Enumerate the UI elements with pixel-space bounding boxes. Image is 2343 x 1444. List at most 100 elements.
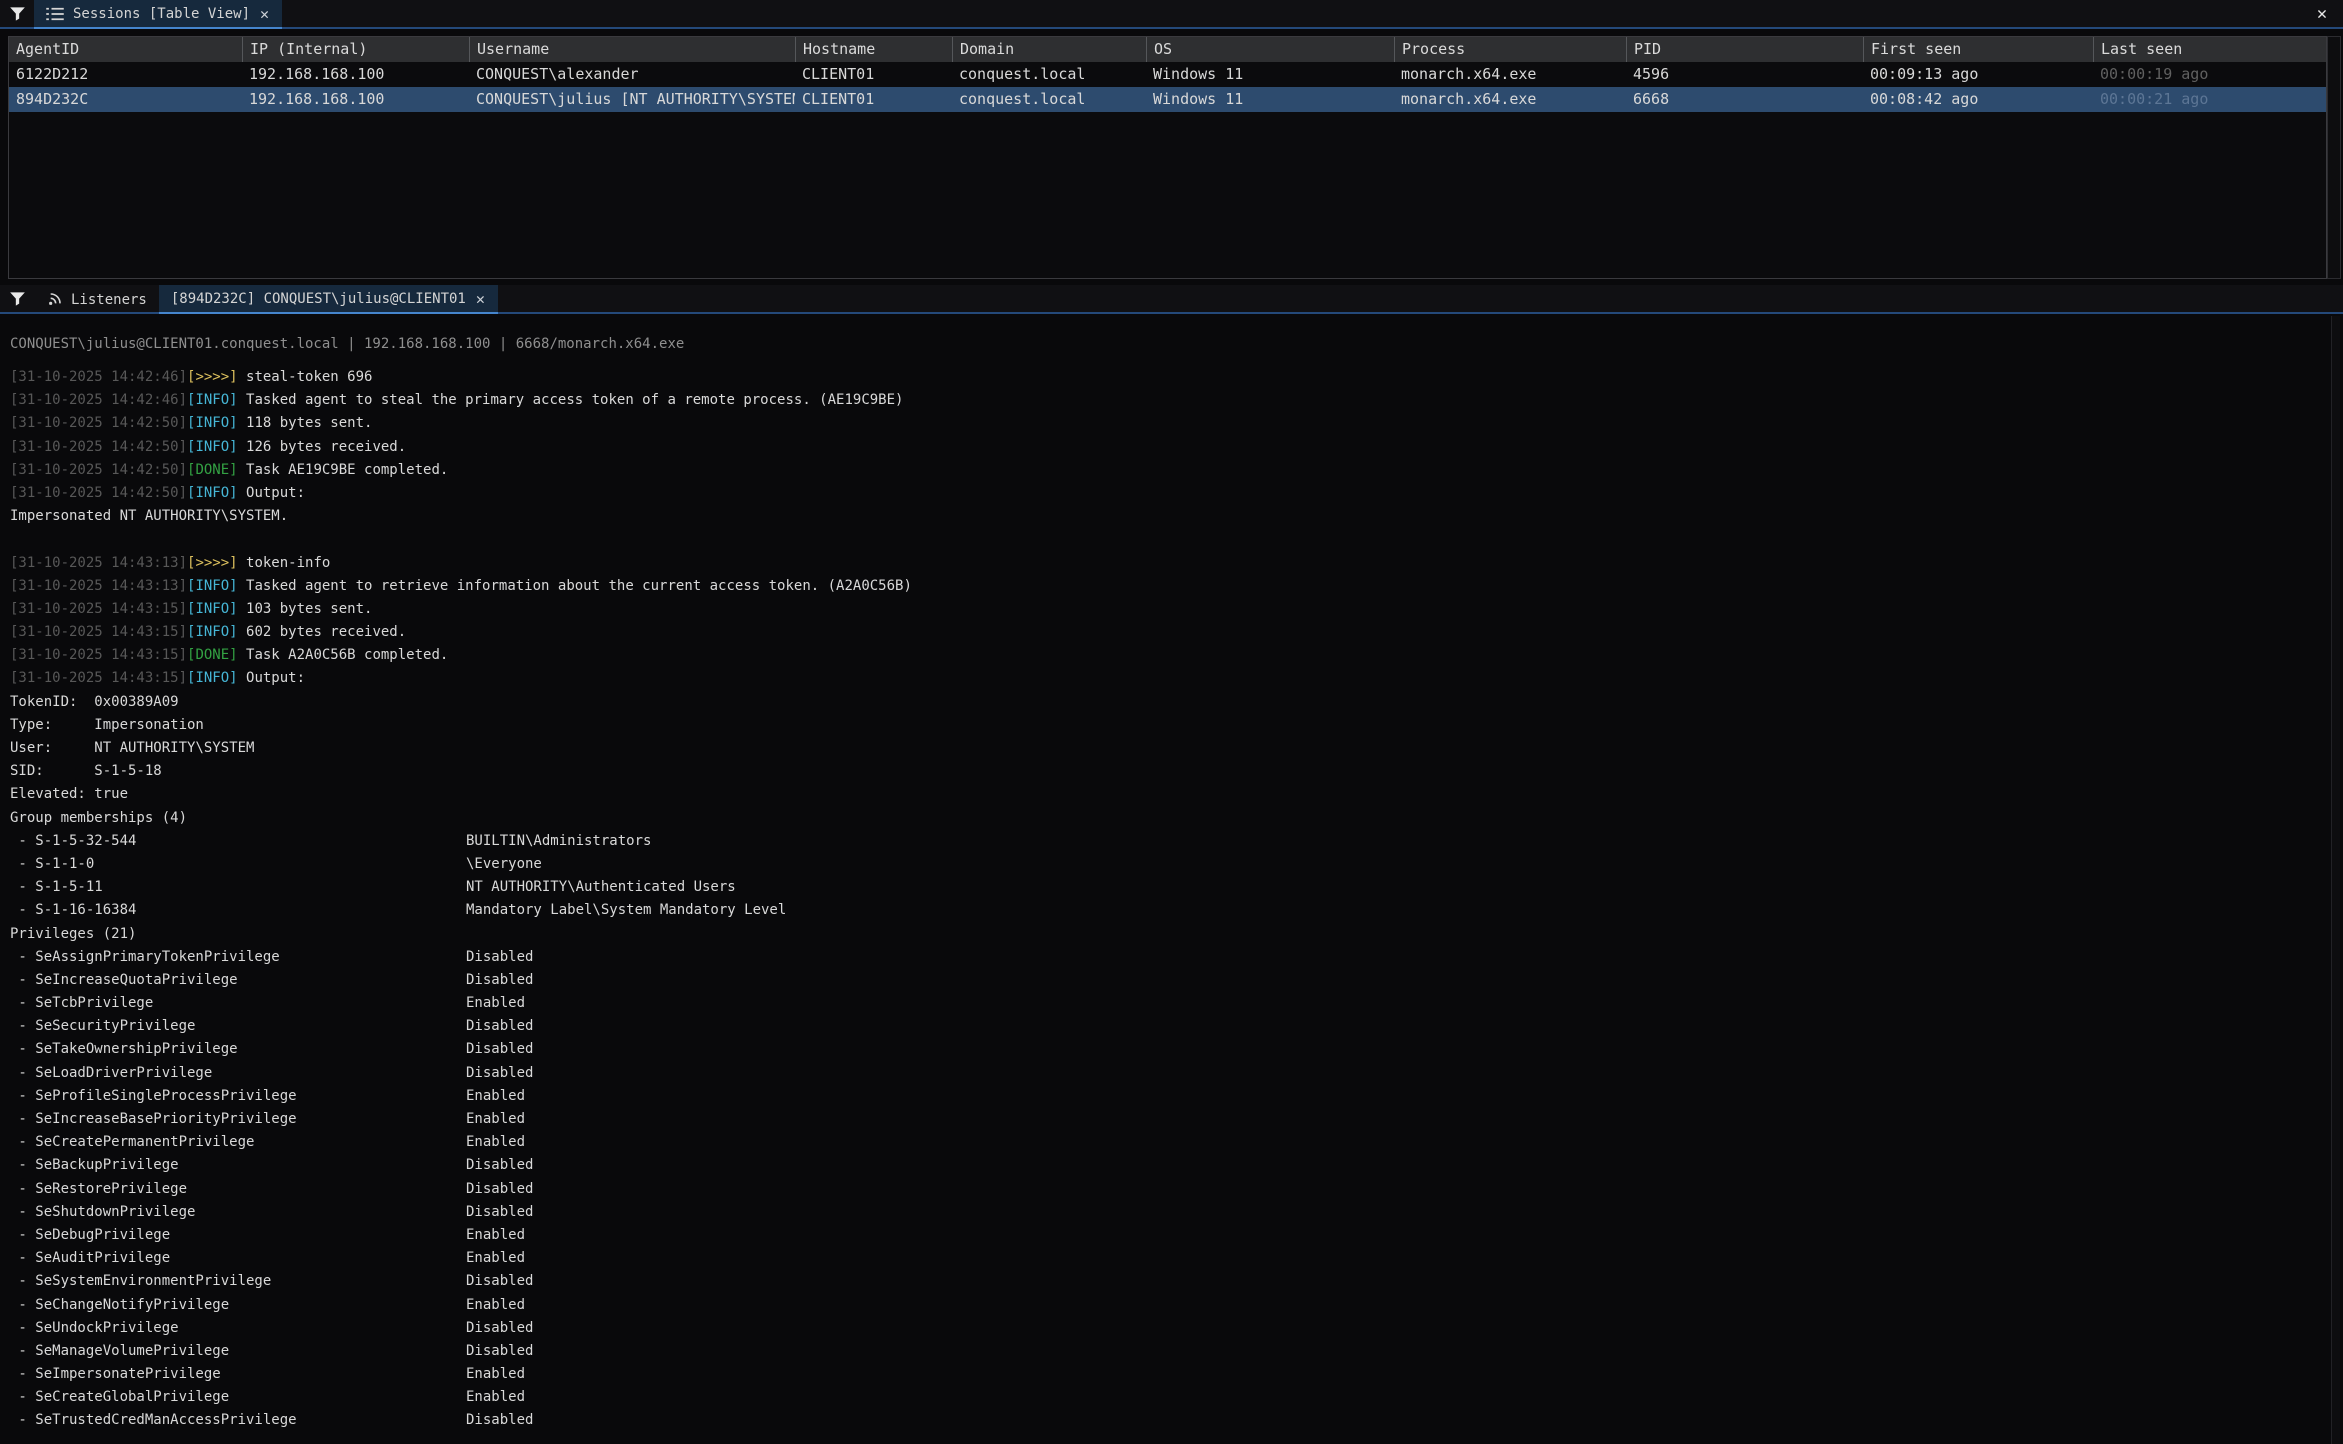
column-header-first-seen[interactable]: First seen (1863, 37, 2093, 62)
console-output-line: TokenID: 0x00389A09 (10, 691, 2327, 714)
table-list-icon (46, 7, 64, 21)
sessions-table-scrollbar[interactable] (2327, 36, 2341, 279)
cell-agentid: 6122D212 (9, 62, 242, 87)
console-log-line: [31-10-2025 14:42:50][INFO] 126 bytes re… (10, 436, 2327, 459)
console-log-line: [31-10-2025 14:42:46][>>>>] steal-token … (10, 366, 2327, 389)
timestamp: [31-10-2025 14:42:50] (10, 462, 187, 478)
console-kv-line: - S-1-1-0\Everyone (10, 853, 2327, 876)
filter-button[interactable] (0, 285, 34, 312)
cell-process: monarch.x64.exe (1394, 62, 1626, 87)
console-output-line: Type: Impersonation (10, 714, 2327, 737)
kv-key: - S-1-5-32-544 (10, 833, 136, 849)
log-tag-info: [INFO] (187, 392, 238, 408)
tab-sessions-table-view[interactable]: Sessions [Table View] ✕ (34, 0, 282, 29)
cell-pid: 4596 (1626, 62, 1863, 87)
cell-last-seen: 00:00:21 ago (2093, 87, 2326, 112)
console-blank-line (10, 528, 2327, 551)
console-log-line: [31-10-2025 14:43:15][DONE] Task A2A0C56… (10, 644, 2327, 667)
table-header-row: AgentIDIP (Internal)UsernameHostnameDoma… (9, 37, 2326, 62)
cell-pid: 6668 (1626, 87, 1863, 112)
column-header-pid[interactable]: PID (1626, 37, 1863, 62)
window-close-button[interactable]: ✕ (2309, 2, 2335, 26)
kv-value: Disabled (466, 1038, 533, 1061)
tab-agent-console[interactable]: [894D232C] CONQUEST\julius@CLIENT01 ✕ (159, 285, 498, 314)
kv-value: Disabled (466, 1340, 533, 1363)
log-tag-done: [DONE] (187, 462, 238, 478)
kv-key: - S-1-1-0 (10, 856, 94, 872)
close-tab-icon[interactable]: ✕ (475, 290, 486, 308)
console-scrollbar[interactable] (2331, 316, 2340, 1444)
close-tab-icon[interactable]: ✕ (259, 5, 270, 23)
kv-key: - SeCreatePermanentPrivilege (10, 1134, 254, 1150)
kv-key: - SeChangeNotifyPrivilege (10, 1297, 229, 1313)
cell-hostname: CLIENT01 (795, 87, 952, 112)
column-header-agentid[interactable]: AgentID (9, 37, 242, 62)
log-message: 126 bytes received. (238, 439, 407, 455)
sessions-tab-strip: Sessions [Table View] ✕ (0, 0, 2343, 29)
cell-hostname: CLIENT01 (795, 62, 952, 87)
kv-value: Enabled (466, 1224, 525, 1247)
console-log-line: [31-10-2025 14:42:50][INFO] 118 bytes se… (10, 412, 2327, 435)
column-header-process[interactable]: Process (1394, 37, 1626, 62)
tab-label: Listeners (71, 292, 147, 308)
kv-value: Disabled (466, 1201, 533, 1224)
kv-value: Enabled (466, 1085, 525, 1108)
kv-key: - SeDebugPrivilege (10, 1227, 170, 1243)
cell-agentid: 894D232C (9, 87, 242, 112)
column-header-hostname[interactable]: Hostname (795, 37, 952, 62)
console-kv-line: - SeAssignPrimaryTokenPrivilegeDisabled (10, 946, 2327, 969)
console-kv-line: - SeShutdownPrivilegeDisabled (10, 1201, 2327, 1224)
cell-username: CONQUEST\alexander (469, 62, 795, 87)
session-row-894D232C[interactable]: 894D232C192.168.168.100CONQUEST\julius [… (9, 87, 2326, 112)
console-log-line: [31-10-2025 14:43:15][INFO] 602 bytes re… (10, 621, 2327, 644)
kv-value: Enabled (466, 1386, 525, 1409)
log-tag-done: [DONE] (187, 647, 238, 663)
console-log-line: [31-10-2025 14:43:13][INFO] Tasked agent… (10, 575, 2327, 598)
kv-key: - S-1-16-16384 (10, 902, 136, 918)
column-header-username[interactable]: Username (469, 37, 795, 62)
kv-value: Disabled (466, 1409, 533, 1432)
kv-key: - SeImpersonatePrivilege (10, 1366, 221, 1382)
log-message: Task A2A0C56B completed. (238, 647, 449, 663)
kv-key: - S-1-5-11 (10, 879, 103, 895)
console-kv-line: - S-1-16-16384 Mandatory Label\System Man… (10, 899, 2327, 922)
console-log-line: [31-10-2025 14:43:15][INFO] 103 bytes se… (10, 598, 2327, 621)
kv-key: - SeCreateGlobalPrivilege (10, 1389, 229, 1405)
filter-funnel-icon (9, 6, 26, 22)
tab-label: Sessions [Table View] (73, 6, 250, 22)
cell-domain: conquest.local (952, 62, 1146, 87)
table-body: 6122D212192.168.168.100CONQUEST\alexande… (9, 62, 2326, 112)
cell-first-seen: 00:08:42 ago (1863, 87, 2093, 112)
console-kv-line: - SeTcbPrivilegeEnabled (10, 992, 2327, 1015)
console-kv-line: - SeSecurityPrivilegeDisabled (10, 1015, 2327, 1038)
broadcast-icon (46, 292, 62, 308)
cell-username: CONQUEST\julius [NT AUTHORITY\SYSTEM] (469, 87, 795, 112)
cell-os: Windows 11 (1146, 62, 1394, 87)
filter-button[interactable] (0, 0, 34, 27)
log-message: Task AE19C9BE completed. (238, 462, 449, 478)
console-output-line: Group memberships (4) (10, 807, 2327, 830)
log-message: Tasked agent to retrieve information abo… (238, 578, 912, 594)
console-output-line: Elevated: true (10, 783, 2327, 806)
kv-value: Disabled (466, 1154, 533, 1177)
cell-process: monarch.x64.exe (1394, 87, 1626, 112)
kv-value: Enabled (466, 1294, 525, 1317)
console-kv-line: - SeIncreaseBasePriorityPrivilegeEnabled (10, 1108, 2327, 1131)
kv-key: - SeTcbPrivilege (10, 995, 153, 1011)
log-message: Output: (238, 485, 305, 501)
console-kv-line: - SeProfileSingleProcessPrivilegeEnabled (10, 1085, 2327, 1108)
column-header-ip-internal[interactable]: IP (Internal) (242, 37, 469, 62)
kv-key: - SeUndockPrivilege (10, 1320, 179, 1336)
session-row-6122D212[interactable]: 6122D212192.168.168.100CONQUEST\alexande… (9, 62, 2326, 87)
tab-listeners[interactable]: Listeners (34, 285, 159, 314)
kv-value: Disabled (466, 969, 533, 992)
timestamp: [31-10-2025 14:42:50] (10, 439, 187, 455)
cell-domain: conquest.local (952, 87, 1146, 112)
log-message: steal-token 696 (238, 369, 373, 385)
kv-value: Disabled (466, 946, 533, 969)
kv-value: Mandatory Label\System Mandatory Level (466, 899, 786, 922)
column-header-last-seen[interactable]: Last seen (2093, 37, 2326, 62)
column-header-domain[interactable]: Domain (952, 37, 1146, 62)
timestamp: [31-10-2025 14:42:46] (10, 392, 187, 408)
column-header-os[interactable]: OS (1146, 37, 1394, 62)
